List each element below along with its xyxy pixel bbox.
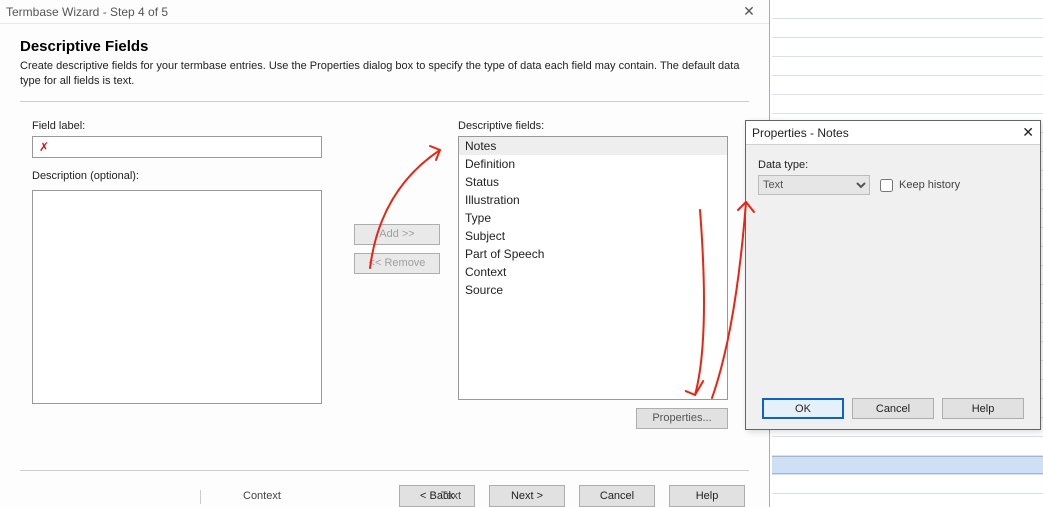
dialog-footer: OK Cancel Help [746, 388, 1040, 429]
datatype-select[interactable]: Text [758, 175, 870, 195]
dialog-titlebar: Properties - Notes ✕ [746, 121, 1040, 145]
wizard-window: Termbase Wizard - Step 4 of 5 ✕ Descript… [0, 0, 770, 507]
status-right: Text [441, 490, 461, 504]
properties-button[interactable]: Properties... [636, 408, 728, 429]
add-button[interactable]: Add >> [354, 224, 440, 245]
description-textarea[interactable] [32, 190, 322, 404]
dialog-body: Data type: Text Keep history [746, 145, 1040, 388]
cancel-button[interactable]: Cancel [579, 485, 655, 507]
status-left: Context [243, 490, 281, 504]
list-item[interactable]: Status [459, 173, 727, 191]
wizard-title: Termbase Wizard - Step 4 of 5 [6, 5, 168, 19]
dialog-title: Properties - Notes [752, 126, 849, 140]
keep-history-checkbox[interactable] [880, 179, 893, 192]
descriptive-fields-listbox[interactable]: Notes Definition Status Illustration Typ… [458, 136, 728, 400]
wizard-heading: Descriptive Fields [20, 38, 749, 55]
properties-dialog: Properties - Notes ✕ Data type: Text Kee… [745, 120, 1041, 430]
list-item[interactable]: Source [459, 281, 727, 299]
list-item[interactable]: Illustration [459, 191, 727, 209]
keep-history-row[interactable]: Keep history [880, 179, 960, 192]
list-item[interactable]: Type [459, 209, 727, 227]
list-item[interactable]: Notes [459, 137, 727, 155]
remove-button[interactable]: << Remove [354, 253, 440, 274]
description-label: Description (optional): [32, 170, 322, 182]
status-strip: Context Text [196, 490, 461, 504]
close-icon[interactable]: ✕ [735, 3, 763, 20]
keep-history-label: Keep history [899, 179, 960, 191]
wizard-description: Create descriptive fields for your termb… [20, 59, 749, 89]
wizard-body: Field label: Description (optional): Add… [0, 102, 769, 470]
descriptive-fields-label: Descriptive fields: [458, 120, 728, 132]
list-item[interactable]: Subject [459, 227, 727, 245]
field-label-input[interactable] [32, 136, 322, 158]
list-item[interactable]: Definition [459, 155, 727, 173]
dialog-help-button[interactable]: Help [942, 398, 1024, 419]
wizard-titlebar: Termbase Wizard - Step 4 of 5 ✕ [0, 0, 769, 24]
dialog-cancel-button[interactable]: Cancel [852, 398, 934, 419]
background-selection-row [772, 456, 1043, 474]
datatype-label: Data type: [758, 159, 1028, 171]
ok-button[interactable]: OK [762, 398, 844, 419]
divider [200, 490, 201, 504]
close-icon[interactable]: ✕ [1022, 124, 1034, 141]
list-item[interactable]: Part of Speech [459, 245, 727, 263]
next-button[interactable]: Next > [489, 485, 565, 507]
wizard-header: Descriptive Fields Create descriptive fi… [0, 24, 769, 101]
field-label-label: Field label: [32, 120, 322, 132]
list-item[interactable]: Context [459, 263, 727, 281]
help-button[interactable]: Help [669, 485, 745, 507]
